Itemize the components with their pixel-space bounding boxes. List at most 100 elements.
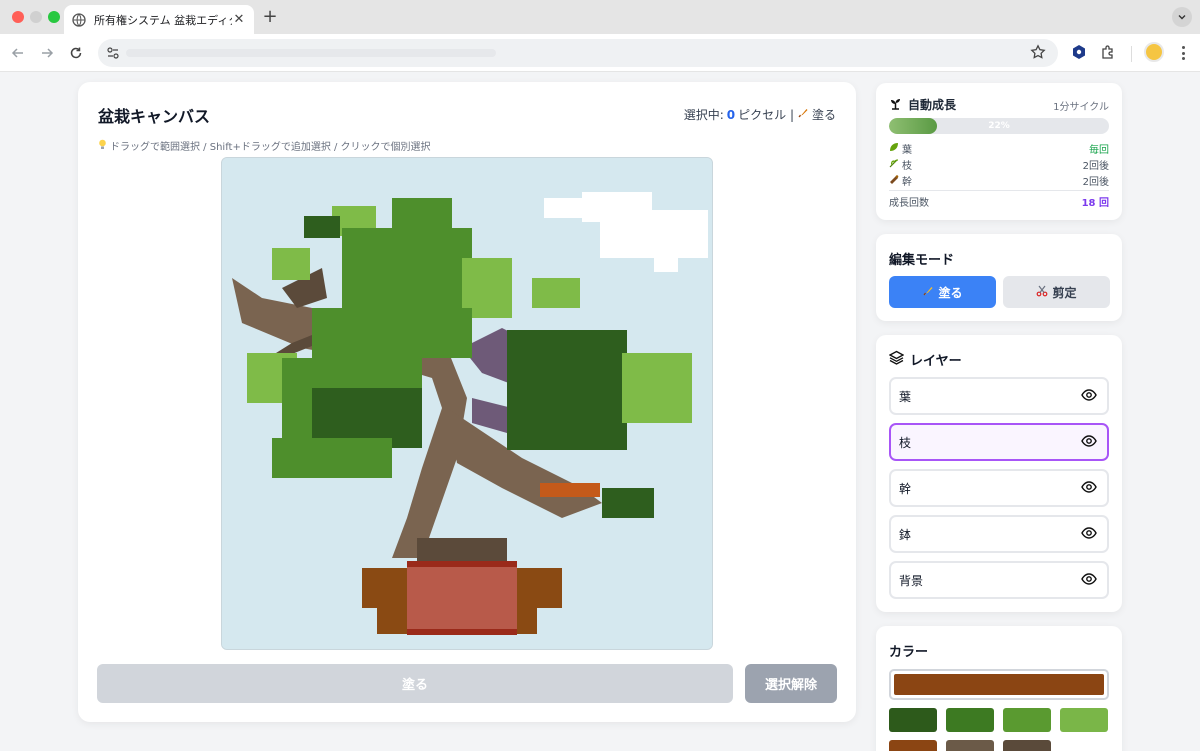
growth-row-value: 2回後: [1082, 177, 1109, 188]
bonsai-canvas[interactable]: [221, 157, 713, 650]
selection-prefix: 選択中:: [683, 108, 724, 122]
canvas-hint: ドラッグで範囲選択 / Shift+ドラッグで追加選択 / クリックで個別選択: [98, 138, 431, 153]
growth-row-trunk: 幹 2回後: [889, 173, 1109, 188]
arrow-right-icon: [42, 48, 54, 58]
color-swatch-0[interactable]: [889, 708, 937, 732]
growth-progress-bar: 22%: [889, 118, 1109, 134]
eye-icon[interactable]: [1081, 480, 1097, 496]
new-tab-button[interactable]: +: [262, 6, 278, 27]
layer-item-pot[interactable]: 鉢: [889, 515, 1109, 553]
layers-panel: レイヤー 葉 枝 幹 鉢 背景: [876, 335, 1122, 612]
eye-icon[interactable]: [1081, 572, 1097, 588]
back-button[interactable]: [8, 43, 28, 63]
selection-status: 選択中: 0 ピクセル | 塗る: [684, 106, 836, 123]
toolbar-divider: [1131, 46, 1132, 62]
growth-count-row: 成長回数 18 回: [889, 194, 1109, 209]
layer-item-leaf[interactable]: 葉: [889, 377, 1109, 415]
canvas-hint-text: ドラッグで範囲選択 / Shift+ドラッグで追加選択 / クリックで個別選択: [110, 142, 431, 153]
window-minimize-button[interactable]: [30, 11, 42, 23]
growth-row-leaf: 葉 毎回: [889, 141, 1109, 156]
color-swatch-5[interactable]: [946, 740, 994, 751]
layer-label: 葉: [899, 389, 912, 404]
color-swatch-3[interactable]: [1060, 708, 1108, 732]
paint-brush-icon: [922, 285, 934, 300]
clear-selection-button[interactable]: 選択解除: [745, 664, 837, 703]
pot-pixels: [362, 561, 562, 635]
auto-growth-panel: 自動成長 1分サイクル 22% 葉 毎回 枝 2回後 幹 2回後 成長回数 18…: [876, 83, 1122, 220]
arrow-left-icon: [11, 48, 23, 58]
profile-avatar[interactable]: [1144, 42, 1164, 62]
layers-icon: [888, 350, 905, 369]
current-color-swatch[interactable]: [889, 669, 1109, 700]
lightbulb-icon: [98, 139, 107, 153]
close-tab-icon[interactable]: ✕: [232, 12, 246, 27]
prune-mode-label: 剪定: [1052, 285, 1077, 300]
scissors-icon: [1036, 285, 1048, 300]
sprout-icon: [889, 97, 902, 113]
prune-mode-button[interactable]: 剪定: [1003, 276, 1110, 308]
layer-item-branch[interactable]: 枝: [889, 423, 1109, 461]
orange-branch-pixels: [540, 483, 600, 497]
eye-icon[interactable]: [1081, 526, 1097, 542]
paint-selection-button[interactable]: 塗る: [97, 664, 733, 703]
growth-row-label: 葉: [902, 145, 912, 156]
forward-button[interactable]: [37, 43, 57, 63]
edit-mode-panel: 編集モード 塗る 剪定: [876, 234, 1122, 321]
browser-tab-bar: 所有権システム 盆栽エディター ✕ +: [0, 0, 1200, 34]
growth-row-label: 枝: [902, 161, 912, 172]
eye-icon[interactable]: [1081, 388, 1097, 404]
eye-icon[interactable]: [1081, 434, 1097, 450]
address-bar[interactable]: [98, 39, 1058, 67]
browser-tab[interactable]: 所有権システム 盆栽エディター ✕: [64, 5, 254, 34]
selection-suffix: ピクセル |: [738, 108, 794, 122]
color-swatch-6[interactable]: [1003, 740, 1051, 751]
layer-label: 鉢: [899, 527, 912, 542]
color-swatch-2[interactable]: [1003, 708, 1051, 732]
site-settings-icon[interactable]: [106, 45, 120, 64]
bonsai-pixel-art[interactable]: [222, 158, 713, 650]
chevron-down-icon: [1178, 15, 1186, 20]
auto-growth-title: 自動成長: [889, 96, 956, 113]
color-title: カラー: [889, 645, 929, 660]
extension-shield-icon[interactable]: [1071, 44, 1087, 64]
current-color-fill: [894, 674, 1104, 695]
growth-cycle: 1分サイクル: [1053, 102, 1109, 113]
layer-label: 幹: [899, 481, 912, 496]
paint-brush-icon: [797, 107, 809, 122]
url-text: [126, 49, 496, 57]
selection-mode: 塗る: [811, 108, 836, 122]
growth-row-branch: 枝 2回後: [889, 157, 1109, 172]
paint-mode-button[interactable]: 塗る: [889, 276, 996, 308]
auto-growth-label: 自動成長: [908, 98, 957, 112]
wood-icon: [889, 174, 899, 187]
layer-item-background[interactable]: 背景: [889, 561, 1109, 599]
layers-title: レイヤー: [888, 350, 962, 369]
layers-label: レイヤー: [910, 354, 962, 369]
window-maximize-button[interactable]: [48, 11, 60, 23]
layer-item-trunk[interactable]: 幹: [889, 469, 1109, 507]
growth-row-value: 2回後: [1082, 161, 1109, 172]
color-swatch-4[interactable]: [889, 740, 937, 751]
canvas-title: 盆栽キャンバス: [98, 107, 211, 126]
leaf-icon: [889, 142, 899, 155]
color-swatch-1[interactable]: [946, 708, 994, 732]
tab-title: 所有権システム 盆栽エディター: [94, 13, 232, 27]
growth-row-label: 幹: [902, 177, 912, 188]
canvas-panel: 盆栽キャンバス 選択中: 0 ピクセル | 塗る ドラッグで範囲選択 / Shi…: [78, 82, 856, 722]
bookmark-star-icon[interactable]: [1030, 44, 1046, 64]
tab-search-button[interactable]: [1172, 7, 1192, 27]
layer-label: 枝: [899, 435, 912, 450]
growth-count-label: 成長回数: [889, 198, 929, 209]
selection-count: 0: [726, 107, 736, 122]
reload-icon: [70, 47, 82, 59]
paint-mode-label: 塗る: [938, 285, 963, 300]
window-close-button[interactable]: [12, 11, 24, 23]
growth-row-value: 毎回: [1089, 145, 1109, 156]
browser-menu-icon[interactable]: [1175, 44, 1191, 62]
growth-divider: [889, 190, 1109, 191]
reload-button[interactable]: [66, 43, 86, 63]
extensions-puzzle-icon[interactable]: [1100, 44, 1116, 64]
color-panel: カラー: [876, 626, 1122, 751]
growth-progress-label: 22%: [988, 121, 1010, 131]
edit-mode-title: 編集モード: [889, 253, 955, 268]
